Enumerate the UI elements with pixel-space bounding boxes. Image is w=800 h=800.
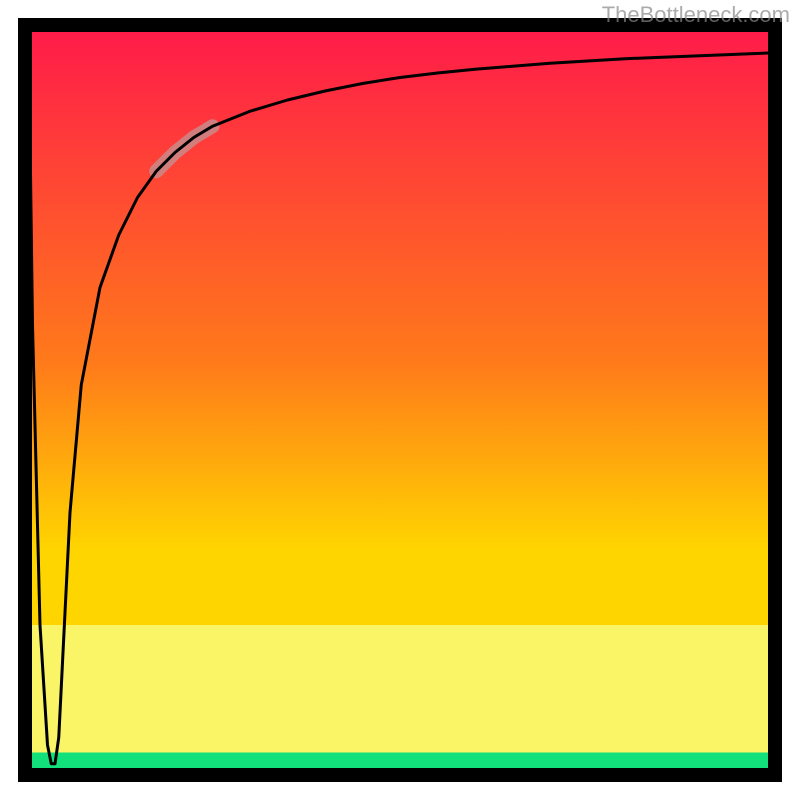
plot-pale-band — [25, 625, 775, 753]
bottleneck-chart — [0, 0, 800, 800]
chart-container: TheBottleneck.com — [0, 0, 800, 800]
